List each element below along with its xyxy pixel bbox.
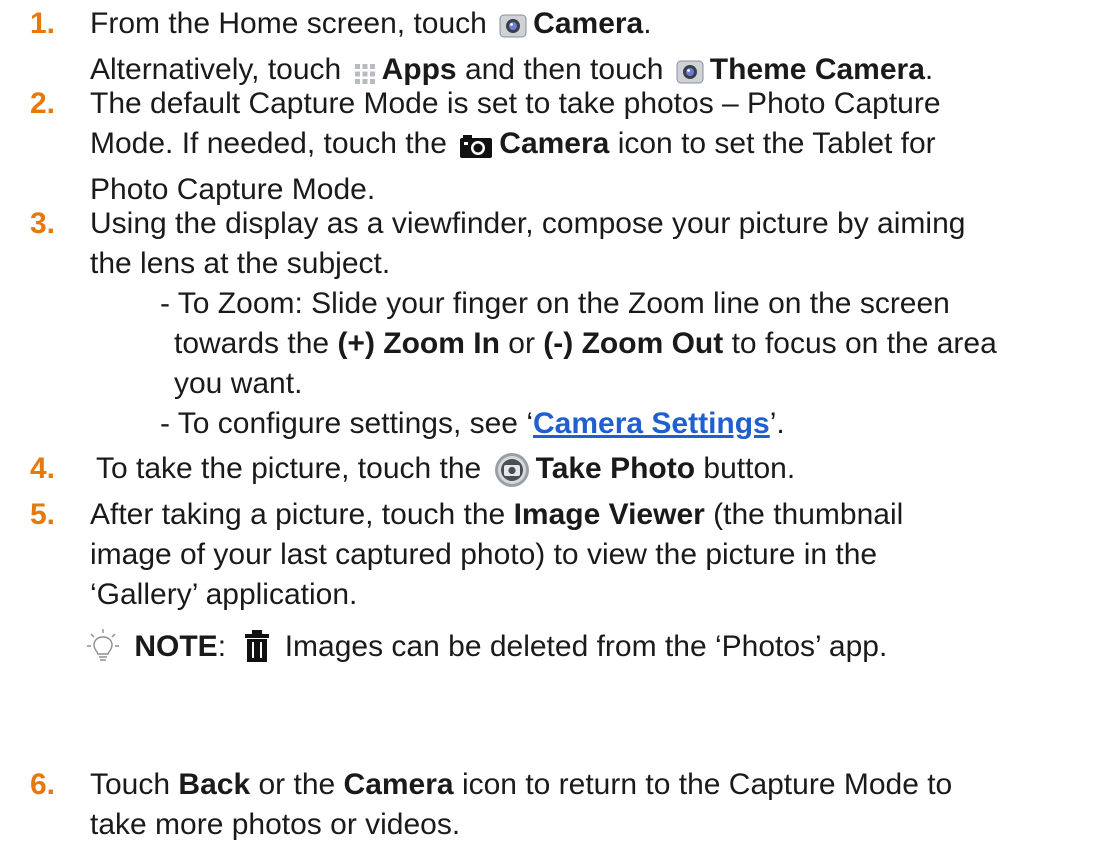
take-photo-icon [494, 452, 530, 499]
step-number: 4. [30, 452, 56, 485]
camera-mode-icon [459, 130, 493, 170]
step-number: 6. [30, 768, 56, 801]
step-text: the lens at the subject. [90, 247, 391, 280]
settings-hint: - To configure settings, see ‘Camera Set… [160, 407, 785, 440]
step-text: image of your last captured photo) to vi… [90, 538, 878, 571]
step-number: 3. [30, 207, 56, 240]
step-2: 2. The default Capture Mode is set to ta… [30, 84, 1090, 210]
step-1: 1. From the Home screen, touch Camera. A… [30, 4, 1090, 96]
step-number: 5. [30, 498, 56, 531]
step-5: 5. After taking a picture, touch the Ima… [30, 495, 1090, 675]
instructions-page: 1. From the Home screen, touch Camera. A… [0, 0, 1100, 850]
step-text: take more photos or videos. [90, 808, 461, 841]
camera-app-icon [499, 10, 527, 50]
zoom-hint: - To Zoom: Slide your finger on the Zoom… [160, 287, 950, 320]
step-text: Touch Back or the Camera icon to return … [90, 768, 953, 801]
step-number: 2. [30, 87, 56, 120]
zoom-hint: towards the (+) Zoom In or (-) Zoom Out … [174, 327, 997, 360]
step-text: The default Capture Mode is set to take … [90, 87, 941, 120]
step-6: 6. Touch Back or the Camera icon to retu… [30, 765, 1090, 845]
trash-icon [244, 630, 270, 673]
lightbulb-icon [86, 628, 120, 675]
camera-settings-link[interactable]: Camera Settings [533, 407, 770, 440]
step-text: From the Home screen, touch Camera. [90, 4, 1090, 50]
zoom-hint: you want. [174, 367, 303, 400]
step-text: ‘Gallery’ application. [90, 578, 358, 611]
step-text: To take the picture, touch the Take Phot… [90, 449, 1090, 499]
step-3: 3. Using the display as a viewfinder, co… [30, 204, 1090, 444]
step-text: After taking a picture, touch the Image … [90, 498, 904, 531]
step-text: Using the display as a viewfinder, compo… [90, 207, 966, 240]
step-number: 1. [30, 7, 56, 40]
note: NOTE: Images can be deleted from the ‘Ph… [87, 627, 1090, 675]
step-text: Mode. If needed, touch the Camera icon t… [90, 124, 1090, 170]
step-4: 4. To take the picture, touch the Take P… [30, 449, 1090, 499]
